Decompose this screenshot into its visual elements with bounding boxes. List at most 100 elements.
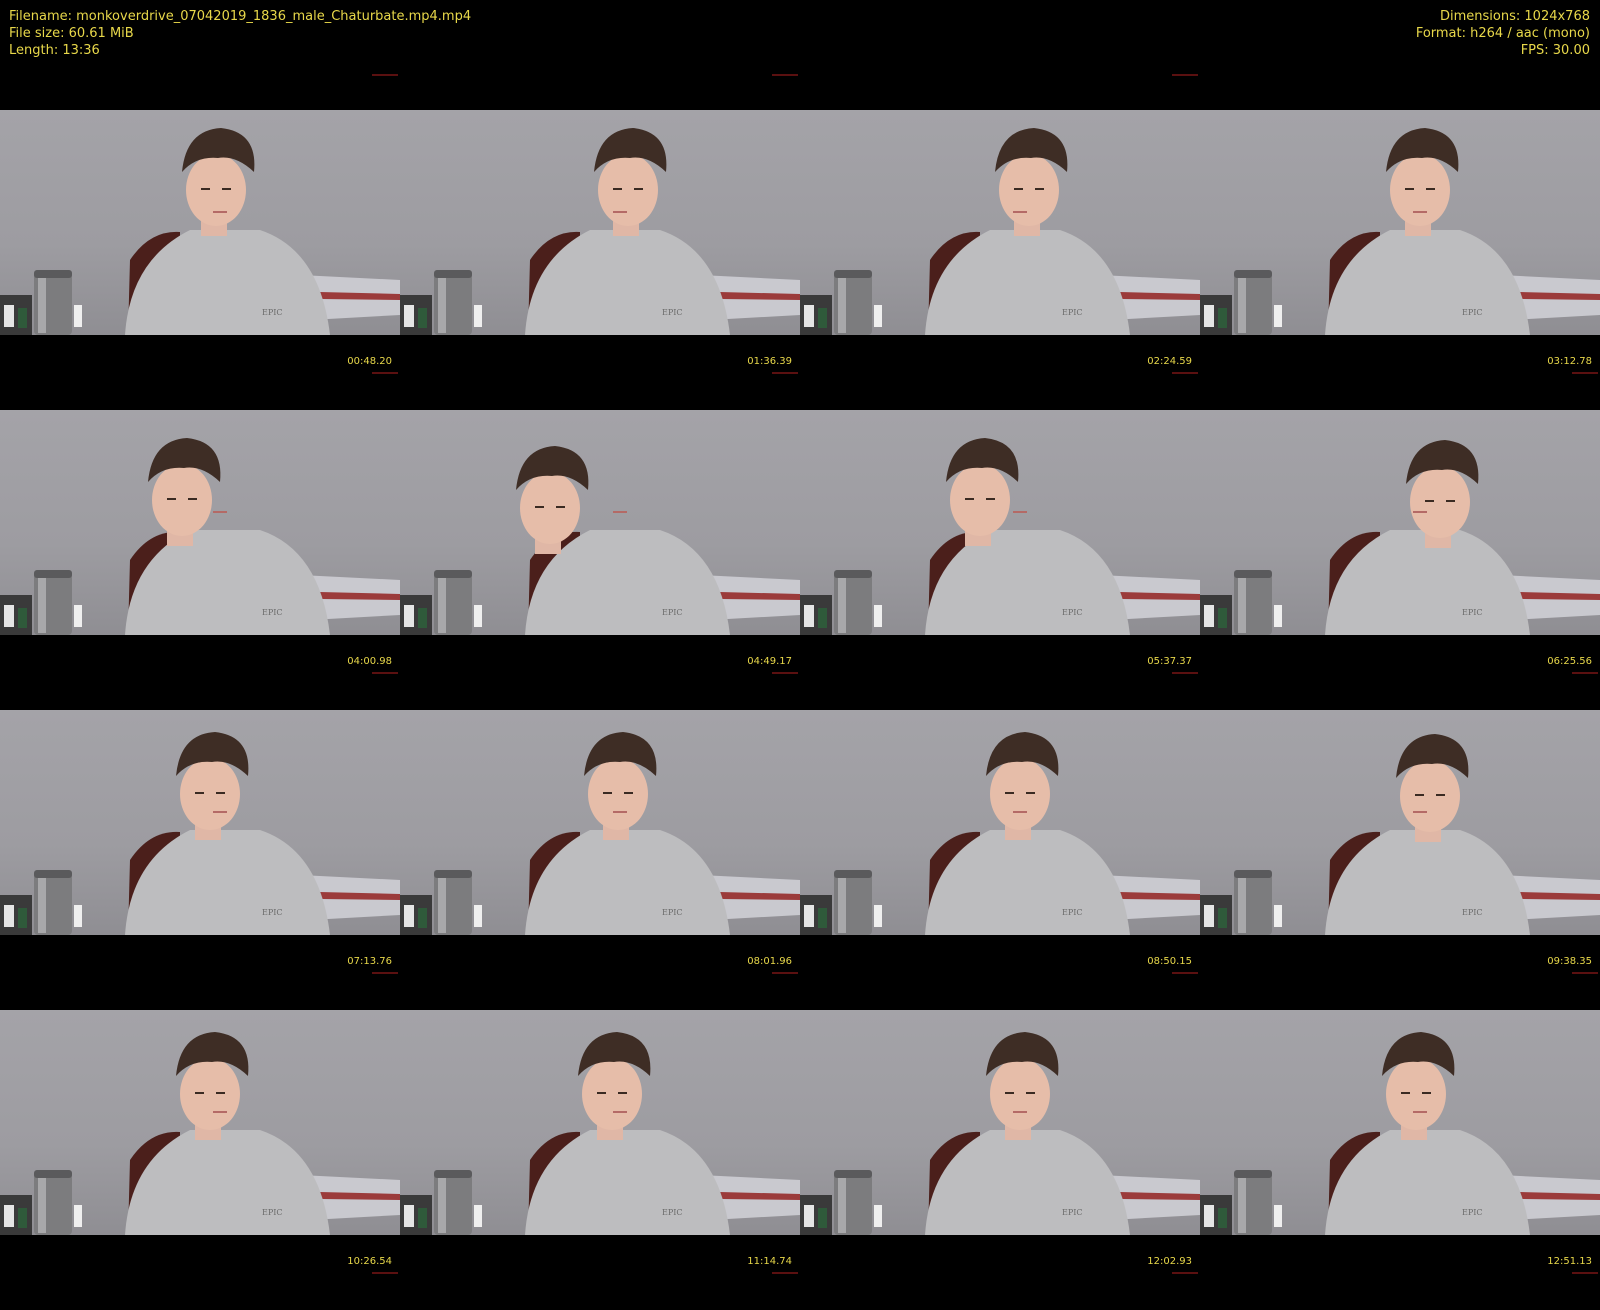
frame-illustration: EPIC bbox=[400, 1032, 800, 1235]
watermark-mark bbox=[1572, 672, 1598, 674]
thumbnail-cell-14[interactable]: EPIC 11:14.74 bbox=[400, 1010, 800, 1310]
svg-text:EPIC: EPIC bbox=[662, 608, 683, 617]
svg-text:EPIC: EPIC bbox=[1462, 1208, 1483, 1217]
svg-text:EPIC: EPIC bbox=[262, 1208, 283, 1217]
video-frame[interactable]: EPIC bbox=[0, 1010, 400, 1235]
timestamp-label: 09:38.35 bbox=[1547, 956, 1592, 967]
timestamp-label: 04:49.17 bbox=[747, 656, 792, 667]
video-frame[interactable]: EPIC bbox=[400, 110, 800, 335]
svg-text:EPIC: EPIC bbox=[262, 608, 283, 617]
frame-illustration: EPIC bbox=[800, 438, 1200, 635]
video-frame[interactable]: EPIC bbox=[1200, 1010, 1600, 1235]
frame-illustration: EPIC bbox=[0, 438, 400, 635]
svg-text:EPIC: EPIC bbox=[1462, 908, 1483, 917]
thumbnail-cell-2[interactable]: EPIC 01:36.39 bbox=[400, 110, 800, 410]
timestamp-label: 05:37.37 bbox=[1147, 656, 1192, 667]
timestamp-label: 12:51.13 bbox=[1547, 1256, 1592, 1267]
thumbnail-cell-12[interactable]: EPIC 09:38.35 bbox=[1200, 710, 1600, 1010]
video-frame[interactable]: EPIC bbox=[400, 1010, 800, 1235]
watermark-mark bbox=[372, 672, 398, 674]
svg-text:EPIC: EPIC bbox=[1462, 608, 1483, 617]
watermark-mark bbox=[772, 672, 798, 674]
watermark-mark bbox=[1172, 372, 1198, 374]
file-size-text: File size: 60.61 MiB bbox=[9, 26, 134, 41]
frame-illustration: EPIC bbox=[400, 732, 800, 935]
frame-illustration: EPIC bbox=[0, 128, 400, 335]
frame-illustration: EPIC bbox=[0, 1032, 400, 1235]
thumbnail-cell-15[interactable]: EPIC 12:02.93 bbox=[800, 1010, 1200, 1310]
thumbnail-cell-7[interactable]: EPIC 05:37.37 bbox=[800, 410, 1200, 710]
svg-text:EPIC: EPIC bbox=[662, 1208, 683, 1217]
thumbnail-cell-3[interactable]: EPIC 02:24.59 bbox=[800, 110, 1200, 410]
svg-text:EPIC: EPIC bbox=[662, 908, 683, 917]
svg-text:EPIC: EPIC bbox=[1062, 308, 1083, 317]
timestamp-label: 10:26.54 bbox=[347, 1256, 392, 1267]
video-frame[interactable]: EPIC bbox=[1200, 410, 1600, 635]
thumbnail-cell-8[interactable]: EPIC 06:25.56 bbox=[1200, 410, 1600, 710]
timestamp-label: 04:00.98 bbox=[347, 656, 392, 667]
dimensions-text: Dimensions: 1024x768 bbox=[1440, 9, 1590, 24]
timestamp-label: 01:36.39 bbox=[747, 356, 792, 367]
timestamp-label: 00:48.20 bbox=[347, 356, 392, 367]
watermark-mark bbox=[1572, 972, 1598, 974]
frame-illustration: EPIC bbox=[800, 1032, 1200, 1235]
frame-illustration: EPIC bbox=[1200, 734, 1600, 935]
watermark-mark bbox=[1172, 672, 1198, 674]
thumbnail-cell-16[interactable]: EPIC 12:51.13 bbox=[1200, 1010, 1600, 1310]
timestamp-label: 02:24.59 bbox=[1147, 356, 1192, 367]
svg-text:EPIC: EPIC bbox=[1062, 608, 1083, 617]
timestamp-label: 11:14.74 bbox=[747, 1256, 792, 1267]
fps-text: FPS: 30.00 bbox=[1520, 43, 1590, 58]
video-frame[interactable]: EPIC bbox=[0, 110, 400, 335]
frame-illustration: EPIC bbox=[800, 128, 1200, 335]
frame-illustration: EPIC bbox=[1200, 440, 1600, 635]
timestamp-label: 08:01.96 bbox=[747, 956, 792, 967]
video-frame[interactable]: EPIC bbox=[0, 410, 400, 635]
watermark-mark bbox=[1172, 972, 1198, 974]
timestamp-label: 07:13.76 bbox=[347, 956, 392, 967]
video-frame[interactable]: EPIC bbox=[800, 710, 1200, 935]
svg-text:EPIC: EPIC bbox=[662, 308, 683, 317]
frame-illustration: EPIC bbox=[1200, 128, 1600, 335]
thumbnail-cell-6[interactable]: EPIC 04:49.17 bbox=[400, 410, 800, 710]
watermark-mark bbox=[1572, 372, 1598, 374]
thumbnail-cell-10[interactable]: EPIC 08:01.96 bbox=[400, 710, 800, 1010]
watermark-mark bbox=[1172, 74, 1198, 76]
timestamp-label: 12:02.93 bbox=[1147, 1256, 1192, 1267]
format-text: Format: h264 / aac (mono) bbox=[1415, 26, 1590, 41]
thumbnail-cell-11[interactable]: EPIC 08:50.15 bbox=[800, 710, 1200, 1010]
frame-illustration: EPIC bbox=[800, 732, 1200, 935]
svg-text:EPIC: EPIC bbox=[1462, 308, 1483, 317]
video-frame[interactable]: EPIC bbox=[800, 410, 1200, 635]
timestamp-label: 06:25.56 bbox=[1547, 656, 1592, 667]
video-frame[interactable]: EPIC bbox=[400, 710, 800, 935]
video-frame[interactable]: EPIC bbox=[1200, 110, 1600, 335]
watermark-mark bbox=[372, 74, 398, 76]
watermark-mark bbox=[372, 372, 398, 374]
watermark-mark bbox=[372, 972, 398, 974]
watermark-mark bbox=[772, 972, 798, 974]
frame-illustration: EPIC bbox=[1200, 1032, 1600, 1235]
file-info: Filename: monkoverdrive_07042019_1836_ma… bbox=[9, 8, 471, 59]
frame-illustration: EPIC bbox=[400, 128, 800, 335]
thumbnail-cell-1[interactable]: EPIC 00:48.20 bbox=[0, 110, 400, 410]
frame-illustration: EPIC bbox=[400, 446, 800, 635]
video-info: Dimensions: 1024x768 Format: h264 / aac … bbox=[1416, 8, 1590, 59]
watermark-mark bbox=[772, 372, 798, 374]
video-frame[interactable]: EPIC bbox=[1200, 710, 1600, 935]
video-frame[interactable]: EPIC bbox=[800, 1010, 1200, 1235]
svg-text:EPIC: EPIC bbox=[262, 308, 283, 317]
frame-illustration: EPIC bbox=[0, 732, 400, 935]
thumbnail-cell-13[interactable]: EPIC 10:26.54 bbox=[0, 1010, 400, 1310]
filename-text: Filename: monkoverdrive_07042019_1836_ma… bbox=[9, 9, 472, 24]
thumbnail-cell-9[interactable]: EPIC 07:13.76 bbox=[0, 710, 400, 1010]
video-frame[interactable]: EPIC bbox=[0, 710, 400, 935]
svg-text:EPIC: EPIC bbox=[1062, 1208, 1083, 1217]
timestamp-label: 08:50.15 bbox=[1147, 956, 1192, 967]
length-text: Length: 13:36 bbox=[9, 43, 100, 58]
thumbnail-cell-5[interactable]: EPIC 04:00.98 bbox=[0, 410, 400, 710]
video-frame[interactable]: EPIC bbox=[800, 110, 1200, 335]
watermark-mark bbox=[772, 74, 798, 76]
video-frame[interactable]: EPIC bbox=[400, 410, 800, 635]
thumbnail-cell-4[interactable]: EPIC 03:12.78 bbox=[1200, 110, 1600, 410]
